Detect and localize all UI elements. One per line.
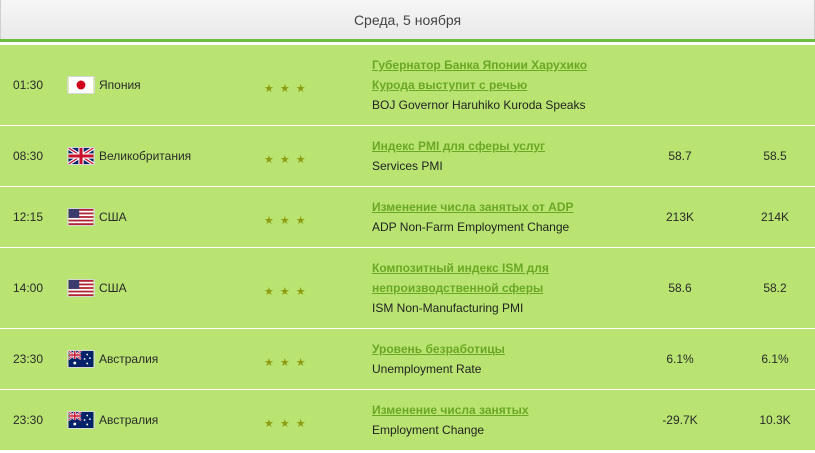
importance-stars: ★ ★ ★ (264, 329, 324, 389)
importance-stars: ★ ★ ★ (264, 45, 324, 125)
event-cell: Изменение числа занятых Employment Chang… (372, 390, 632, 450)
star-icon: ★ (279, 153, 290, 166)
actual-value: 58.7 (668, 149, 692, 163)
star-icon: ★ (264, 153, 274, 166)
event-link[interactable]: Композитный индекс ISM для (372, 258, 549, 278)
star-icon: ★ (295, 82, 306, 95)
forecast-value: 58.2 (763, 281, 787, 295)
table-row: 12:15 США ★ ★ ★ Изменение числа занятых … (0, 187, 815, 248)
table-row: 14:00 США ★ ★ ★ Композитный индекс ISM д… (0, 248, 815, 329)
importance-stars: ★ ★ ★ (264, 187, 324, 247)
country-label: США (99, 281, 127, 295)
event-english-name: Employment Change (372, 423, 485, 437)
event-english-name: ADP Non-Farm Employment Change (372, 220, 570, 234)
star-icon: ★ (295, 153, 306, 166)
importance-stars: ★ ★ ★ (264, 248, 324, 328)
event-cell: Изменение числа занятых от ADP ADP Non-F… (372, 187, 632, 247)
table-row: 23:30 Австралия ★ ★ ★ Изменение числа за… (0, 390, 815, 451)
event-time: 12:15 (13, 210, 44, 224)
star-icon: ★ (264, 356, 274, 369)
event-cell: Уровень безработицы Unemployment Rate (372, 329, 632, 389)
event-link[interactable]: Курода выступит с речью (372, 75, 527, 95)
event-english-name: Services PMI (372, 159, 443, 173)
actual-value (650, 45, 710, 125)
actual-value: 58.6 (668, 281, 692, 295)
usa-flag-icon (67, 208, 95, 226)
actual-value: 6.1% (666, 352, 694, 366)
japan-flag-icon (67, 76, 95, 94)
star-icon: ★ (279, 417, 290, 430)
event-cell: Индекс PMI для сферы услуг Services PMI (372, 126, 632, 186)
event-link[interactable]: Изменение числа занятых (372, 400, 529, 420)
country-label: Австралия (99, 352, 159, 366)
event-time: 23:30 (13, 413, 44, 427)
actual-value: 213K (665, 210, 695, 224)
country-label: Австралия (99, 413, 159, 427)
event-link[interactable]: Индекс PMI для сферы услуг (372, 136, 545, 156)
country-label: Япония (99, 78, 141, 92)
star-icon: ★ (264, 82, 274, 95)
importance-stars: ★ ★ ★ (264, 126, 324, 186)
forecast-value: 10.3K (759, 413, 791, 427)
event-english-name: BOJ Governor Haruhiko Kuroda Speaks (372, 98, 586, 112)
star-icon: ★ (264, 214, 274, 227)
forecast-value: 6.1% (761, 352, 789, 366)
event-link[interactable]: Уровень безработицы (372, 339, 505, 359)
table-row: 08:30 Великобритания ★ ★ ★ Индекс PMI дл… (0, 126, 815, 187)
date-header: Среда, 5 ноября (0, 0, 815, 42)
event-link[interactable]: Изменение числа занятых от ADP (372, 197, 574, 217)
event-link[interactable]: непроизводственной сферы (372, 278, 543, 298)
forecast-value: 214K (760, 210, 790, 224)
star-icon: ★ (295, 417, 306, 430)
forecast-value (740, 45, 810, 125)
event-cell: Губернатор Банка Японии Харухико Курода … (372, 45, 632, 125)
star-icon: ★ (295, 285, 306, 298)
event-cell: Композитный индекс ISM для непроизводств… (372, 248, 632, 328)
uk-flag-icon (67, 147, 95, 165)
star-icon: ★ (279, 82, 290, 95)
australia-flag-icon (67, 350, 95, 368)
star-icon: ★ (264, 285, 274, 298)
table-row: 23:30 Австралия ★ ★ ★ Уровень безработиц… (0, 329, 815, 390)
event-english-name: Unemployment Rate (372, 362, 482, 376)
table-row: 01:30 Япония ★ ★ ★ Губернатор Банка Япон… (0, 45, 815, 126)
star-icon: ★ (295, 356, 306, 369)
event-link[interactable]: Губернатор Банка Японии Харухико (372, 55, 587, 75)
star-icon: ★ (279, 285, 290, 298)
actual-value: -29.7K (662, 413, 698, 427)
date-title: Среда, 5 ноября (353, 11, 462, 28)
event-english-name: ISM Non-Manufacturing PMI (372, 301, 524, 315)
usa-flag-icon (67, 279, 95, 297)
event-time: 23:30 (13, 352, 44, 366)
australia-flag-icon (67, 411, 95, 429)
event-time: 14:00 (13, 281, 44, 295)
star-icon: ★ (295, 214, 306, 227)
country-label: США (99, 210, 127, 224)
star-icon: ★ (264, 417, 274, 430)
event-time: 01:30 (13, 78, 44, 92)
star-icon: ★ (279, 214, 290, 227)
importance-stars: ★ ★ ★ (264, 390, 324, 450)
forecast-value: 58.5 (763, 149, 787, 163)
calendar-table: 01:30 Япония ★ ★ ★ Губернатор Банка Япон… (0, 45, 815, 451)
country-label: Великобритания (99, 149, 192, 163)
star-icon: ★ (279, 356, 290, 369)
event-time: 08:30 (13, 149, 44, 163)
